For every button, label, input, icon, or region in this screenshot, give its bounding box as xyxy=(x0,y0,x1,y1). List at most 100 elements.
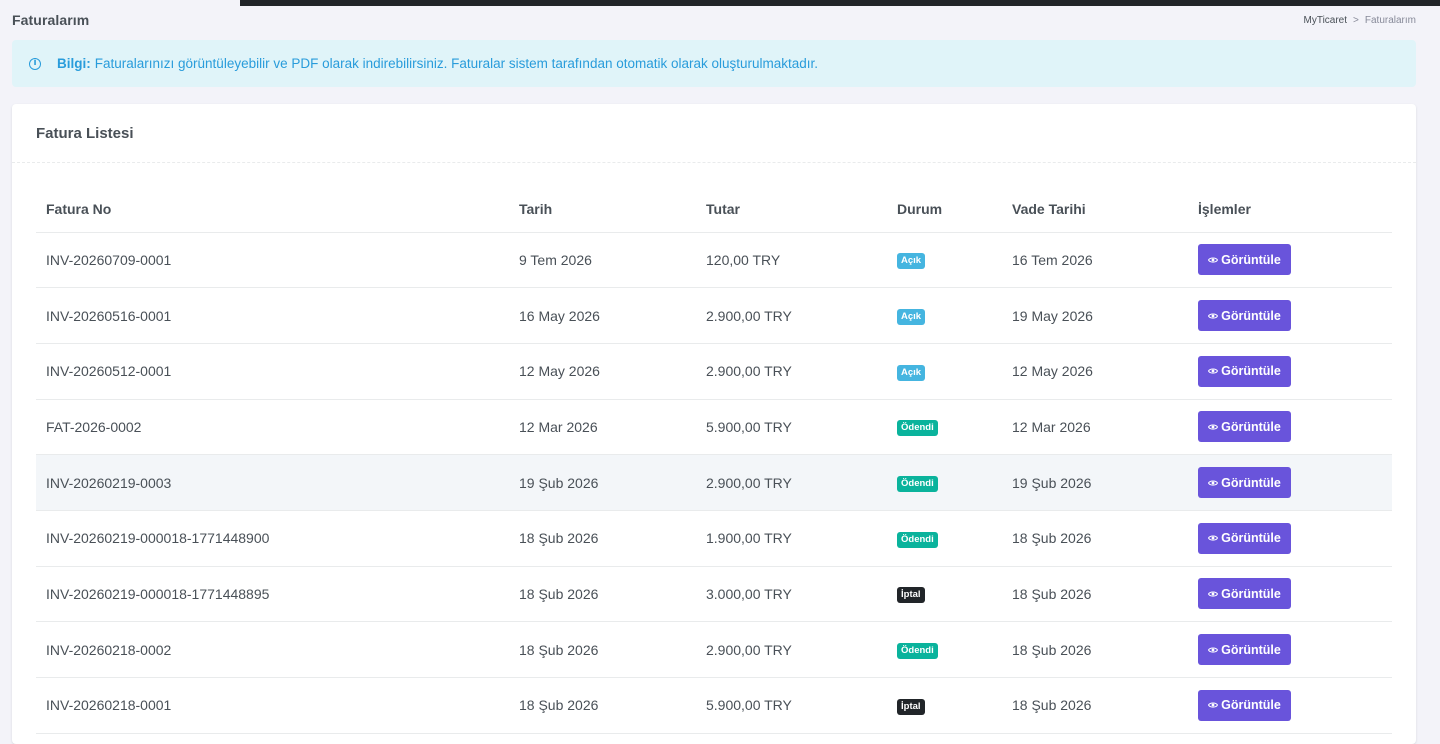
page-title: Faturalarım xyxy=(12,12,90,28)
invoice-date: 12 Mar 2026 xyxy=(509,399,696,456)
view-button-label: Görüntüle xyxy=(1221,364,1281,379)
invoice-number: INV-20260218-0002 xyxy=(36,621,509,678)
invoice-due-date: 19 Şub 2026 xyxy=(1002,454,1188,511)
eye-icon xyxy=(1208,312,1219,319)
invoice-due-date: 18 Şub 2026 xyxy=(1002,566,1188,623)
view-invoice-button[interactable]: Görüntüle xyxy=(1198,244,1291,276)
invoice-amount: 2.900,00 TRY xyxy=(696,343,887,400)
invoice-due-date: 18 Şub 2026 xyxy=(1002,621,1188,678)
invoice-status-cell: Ödendi xyxy=(887,399,1002,456)
table-header-row: Fatura No Tarih Tutar Durum Vade Tarihi … xyxy=(36,186,1392,233)
table-row: INV-20260219-000018-1771448895 18 Şub 202… xyxy=(36,566,1392,623)
view-button-label: Görüntüle xyxy=(1221,698,1281,713)
eye-icon xyxy=(1208,702,1219,708)
invoice-actions-cell: Görüntüle xyxy=(1188,399,1392,456)
column-header-status: Durum xyxy=(887,186,1002,233)
view-invoice-button[interactable]: Görüntüle xyxy=(1198,522,1291,554)
view-button-label: Görüntüle xyxy=(1221,475,1281,490)
table-row: INV-20260218-0001 18 Şub 2026 5.900,00 TRY… xyxy=(36,677,1392,734)
info-alert: i Bilgi: Faturalarınızı görüntüleyebilir… xyxy=(12,40,1416,87)
invoice-due-date: 16 Tem 2026 xyxy=(1002,232,1188,289)
invoice-number: INV-20260512-0001 xyxy=(36,343,509,400)
invoice-status-cell: Açık xyxy=(887,232,1002,289)
alert-text: Faturalarınızı görüntüleyebilir ve PDF o… xyxy=(94,56,819,71)
breadcrumb-home-link[interactable]: MyTicaret xyxy=(1304,15,1348,26)
invoice-due-date: 18 Şub 2026 xyxy=(1002,510,1188,567)
breadcrumb: MyTicaret > Faturalarım xyxy=(1304,15,1417,26)
view-invoice-button[interactable]: Görüntüle xyxy=(1198,689,1291,721)
invoice-amount: 2.900,00 TRY xyxy=(696,287,887,344)
status-badge: Ödendi xyxy=(897,643,938,660)
column-header-amount: Tutar xyxy=(696,186,887,233)
invoice-amount: 1.900,00 TRY xyxy=(696,510,887,567)
invoice-table-body: INV-20260709-0001 9 Tem 2026 120,00 TRY Açı… xyxy=(36,232,1392,734)
view-button-label: Görüntüle xyxy=(1221,531,1281,546)
eye-icon xyxy=(1208,647,1219,653)
view-invoice-button[interactable]: Görüntüle xyxy=(1198,467,1291,499)
invoice-table: Fatura No Tarih Tutar Durum Vade Tarihi … xyxy=(36,186,1392,734)
invoice-due-date: 18 Şub 2026 xyxy=(1002,677,1188,734)
status-badge: İptal xyxy=(897,587,925,604)
invoice-actions-cell: Görüntüle xyxy=(1188,454,1392,511)
status-badge: Açık xyxy=(897,364,926,381)
status-badge: Açık xyxy=(897,253,926,270)
invoice-number: INV-20260219-000018-1771448895 xyxy=(36,566,509,623)
eye-icon xyxy=(1208,591,1219,597)
invoice-list-card: Fatura Listesi Fatura No Tarih Tutar Dur… xyxy=(12,104,1416,744)
invoice-number: INV-20260709-0001 xyxy=(36,232,509,289)
invoice-status-cell: Ödendi xyxy=(887,510,1002,567)
invoice-number: INV-20260219-0003 xyxy=(36,454,509,511)
view-button-label: Görüntüle xyxy=(1221,586,1281,601)
invoice-due-date: 12 Mar 2026 xyxy=(1002,399,1188,456)
status-badge: İptal xyxy=(897,698,925,715)
invoice-status-cell: Açık xyxy=(887,343,1002,400)
column-header-invoice-no: Fatura No xyxy=(36,186,509,233)
view-invoice-button[interactable]: Görüntüle xyxy=(1198,634,1291,666)
view-invoice-button[interactable]: Görüntüle xyxy=(1198,578,1291,610)
table-row: INV-20260512-0001 12 May 2026 2.900,00 TRY… xyxy=(36,343,1392,400)
invoice-actions-cell: Görüntüle xyxy=(1188,232,1392,289)
invoice-date: 18 Şub 2026 xyxy=(509,510,696,567)
invoice-actions-cell: Görüntüle xyxy=(1188,343,1392,400)
page-header: Faturalarım MyTicaret > Faturalarım xyxy=(12,10,1416,30)
info-circle-icon: i xyxy=(29,57,41,70)
eye-icon xyxy=(1208,368,1219,374)
column-header-due-date: Vade Tarihi xyxy=(1002,186,1188,233)
invoice-amount: 120,00 TRY xyxy=(696,232,887,289)
view-invoice-button[interactable]: Görüntüle xyxy=(1198,300,1291,332)
status-badge: Açık xyxy=(897,309,926,326)
view-button-label: Görüntüle xyxy=(1221,642,1281,657)
column-header-date: Tarih xyxy=(509,186,696,233)
invoice-table-wrapper: Fatura No Tarih Tutar Durum Vade Tarihi … xyxy=(36,186,1392,734)
invoice-actions-cell: Görüntüle xyxy=(1188,677,1392,734)
invoice-date: 18 Şub 2026 xyxy=(509,677,696,734)
status-badge: Ödendi xyxy=(897,420,938,437)
table-row: FAT-2026-0002 12 Mar 2026 5.900,00 TRY Öden… xyxy=(36,399,1392,456)
status-badge: Ödendi xyxy=(897,531,938,548)
breadcrumb-separator-icon: > xyxy=(1353,14,1359,26)
table-row: INV-20260709-0001 9 Tem 2026 120,00 TRY Açı… xyxy=(36,232,1392,289)
invoice-amount: 5.900,00 TRY xyxy=(696,399,887,456)
status-badge: Ödendi xyxy=(897,476,938,493)
invoice-date: 12 May 2026 xyxy=(509,343,696,400)
table-row: INV-20260219-000018-1771448900 18 Şub 202… xyxy=(36,510,1392,567)
invoice-date: 9 Tem 2026 xyxy=(509,232,696,289)
view-button-label: Görüntüle xyxy=(1221,308,1281,323)
eye-icon xyxy=(1208,257,1219,263)
view-invoice-button[interactable]: Görüntüle xyxy=(1198,411,1291,443)
invoice-actions-cell: Görüntüle xyxy=(1188,621,1392,678)
invoice-actions-cell: Görüntüle xyxy=(1188,566,1392,623)
invoice-status-cell: İptal xyxy=(887,677,1002,734)
invoice-amount: 3.000,00 TRY xyxy=(696,566,887,623)
invoice-date: 19 Şub 2026 xyxy=(509,454,696,511)
invoice-status-cell: Ödendi xyxy=(887,621,1002,678)
invoice-number: INV-20260516-0001 xyxy=(36,287,509,344)
table-row: INV-20260516-0001 16 May 2026 2.900,00 TRY… xyxy=(36,287,1392,344)
view-invoice-button[interactable]: Görüntüle xyxy=(1198,355,1291,387)
invoice-due-date: 12 May 2026 xyxy=(1002,343,1188,400)
eye-icon xyxy=(1208,480,1219,486)
card-title: Fatura Listesi xyxy=(36,124,134,142)
invoice-due-date: 19 May 2026 xyxy=(1002,287,1188,344)
card-header: Fatura Listesi xyxy=(12,104,1416,163)
invoice-amount: 2.900,00 TRY xyxy=(696,621,887,678)
